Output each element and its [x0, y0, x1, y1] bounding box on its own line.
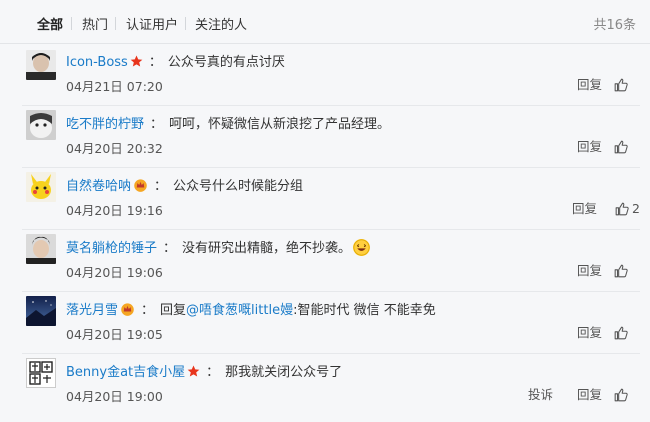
comment-filter-bar: 全部 热门 认证用户 关注的人 共16条: [0, 0, 650, 44]
reply-prefix: 回复: [160, 303, 187, 318]
username[interactable]: 落光月雪: [66, 303, 118, 318]
comment-row: 自然卷哈呐：公众号什么时候能分组 04月20日 19:16 回复 2: [0, 168, 650, 230]
username[interactable]: 自然卷哈呐: [66, 179, 131, 194]
comment-time: 04月20日 19:06: [66, 265, 163, 280]
thumbs-up-icon[interactable]: [614, 326, 628, 343]
tab-following[interactable]: 关注的人: [195, 14, 247, 33]
reply-button[interactable]: 回复: [577, 139, 602, 154]
tab-divider: [71, 17, 72, 30]
comment-time: 04月21日 07:20: [66, 79, 163, 94]
username[interactable]: Icon-Boss: [66, 55, 128, 70]
thumbs-up-icon[interactable]: [614, 388, 628, 405]
reply-button[interactable]: 回复: [577, 325, 602, 340]
username[interactable]: Benny金at吉食小屋: [66, 365, 185, 380]
comment-row: Icon-Boss：公众号真的有点讨厌 04月21日 07:20 回复: [0, 44, 650, 106]
thumbs-up-icon[interactable]: [614, 264, 628, 281]
thumbs-up-icon[interactable]: [614, 140, 628, 157]
comment-text: 公众号什么时候能分组: [173, 179, 304, 194]
comment-time: 04月20日 19:00: [66, 389, 163, 404]
avatar[interactable]: [26, 172, 56, 202]
tab-divider: [185, 17, 186, 30]
tab-divider: [115, 17, 116, 30]
reply-button[interactable]: 回复: [572, 201, 597, 216]
avatar[interactable]: [26, 110, 56, 140]
crown-badge-icon: [120, 302, 135, 320]
reply-button[interactable]: 回复: [577, 387, 602, 402]
comments-panel: 全部 热门 认证用户 关注的人 共16条 Icon-Boss：公众号真的有点讨厌…: [0, 0, 650, 422]
thumbs-up-icon[interactable]: [614, 78, 628, 95]
avatar[interactable]: [26, 296, 56, 326]
tab-verified-users[interactable]: 认证用户: [126, 14, 178, 33]
reply-button[interactable]: 回复: [577, 77, 602, 92]
reply-button[interactable]: 回复: [577, 263, 602, 278]
avatar[interactable]: [26, 358, 56, 388]
thumbs-up-icon[interactable]: [615, 202, 629, 219]
comment-time: 04月20日 19:16: [66, 203, 163, 218]
star-badge-icon: [130, 55, 143, 72]
comment-row: Benny金at吉食小屋：那我就关闭公众号了 04月20日 19:00 投诉 回…: [0, 354, 650, 416]
comment-text: 公众号真的有点讨厌: [167, 55, 285, 70]
comment-text: 没有研究出精髓，绝不抄袭。: [182, 241, 352, 256]
report-button[interactable]: 投诉: [528, 387, 553, 402]
crown-badge-icon: [133, 178, 148, 196]
star-badge-icon: [187, 365, 200, 382]
laughing-emoji-icon: [353, 239, 371, 256]
like-count: 2: [632, 201, 640, 216]
comment-row: 落光月雪：回复@唔食葱嘅little嫚:智能时代 微信 不能幸免 04月20日 …: [0, 292, 650, 354]
username[interactable]: 莫名躺枪的锤子: [66, 241, 157, 256]
comment-row: 吃不胖的柠野：呵呵，怀疑微信从新浪挖了产品经理。 04月20日 20:32 回复: [0, 106, 650, 168]
comment-time: 04月20日 19:05: [66, 327, 163, 342]
comment-count: 共16条: [593, 18, 636, 33]
comment-text: 呵呵，怀疑微信从新浪挖了产品经理。: [169, 117, 391, 132]
tab-hot[interactable]: 热门: [82, 14, 108, 33]
comment-text: 那我就关闭公众号了: [225, 365, 343, 380]
avatar[interactable]: [26, 50, 56, 80]
comment-time: 04月20日 20:32: [66, 141, 163, 156]
comment-text: :智能时代 微信 不能幸免: [293, 303, 436, 318]
avatar[interactable]: [26, 234, 56, 264]
mention-link[interactable]: @唔食葱嘅little嫚: [186, 303, 293, 318]
comment-row: 莫名躺枪的锤子：没有研究出精髓，绝不抄袭。 04月20日 19:06 回复: [0, 230, 650, 292]
tab-all[interactable]: 全部: [37, 14, 63, 33]
username[interactable]: 吃不胖的柠野: [66, 117, 144, 132]
